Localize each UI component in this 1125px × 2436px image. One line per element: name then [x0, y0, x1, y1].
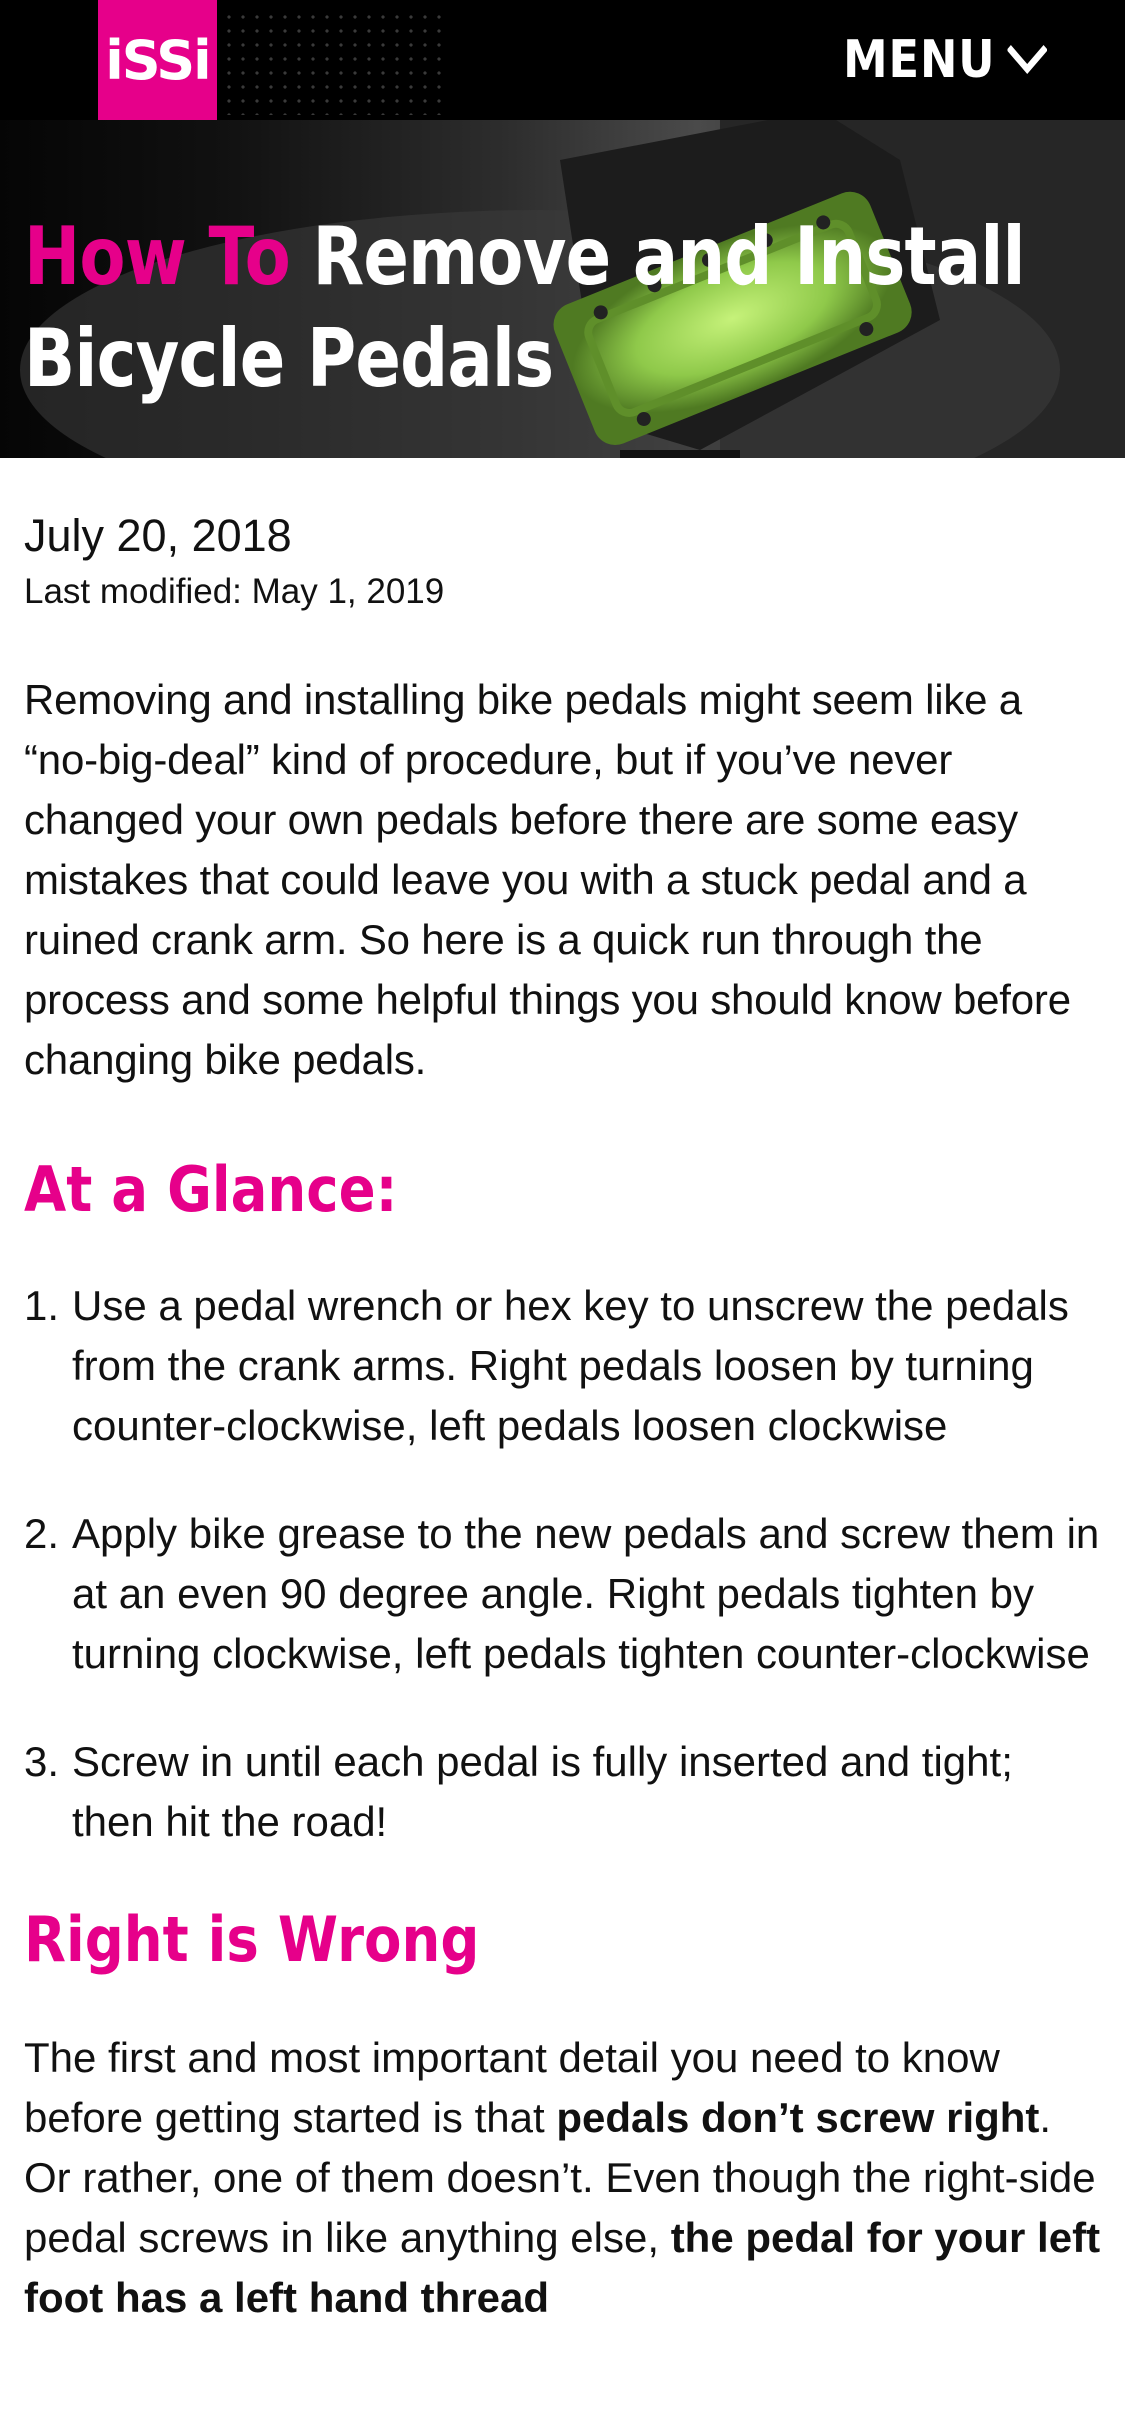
last-modified-date: Last modified: May 1, 2019: [24, 572, 445, 611]
list-item: 1. Use a pedal wrench or hex key to unsc…: [24, 1276, 1101, 1456]
publish-date: July 20, 2018: [24, 510, 292, 561]
logo-dot-pattern: [222, 10, 442, 115]
page-title: How To Remove and Install Bicycle Pedals: [24, 206, 1104, 410]
title-line2: Bicycle Pedals: [24, 312, 554, 405]
menu-button[interactable]: MENU: [843, 28, 1047, 92]
issi-logo[interactable]: iSSi: [98, 0, 217, 120]
list-item: 2. Apply bike grease to the new pedals a…: [24, 1504, 1101, 1684]
list-item: 3. Screw in until each pedal is fully in…: [24, 1732, 1101, 1852]
right-is-wrong-paragraph: The first and most important detail you …: [24, 2028, 1101, 2328]
step-text: Screw in until each pedal is fully inser…: [72, 1738, 1013, 1845]
at-a-glance-heading: At a Glance:: [24, 1153, 398, 1226]
step-text: Use a pedal wrench or hex key to unscrew…: [72, 1282, 1069, 1449]
p2-bold-part1: pedals don’t screw right: [556, 2094, 1040, 2141]
step-text: Apply bike grease to the new pedals and …: [72, 1510, 1100, 1677]
step-number: 3.: [24, 1738, 60, 1785]
intro-paragraph: Removing and installing bike pedals migh…: [24, 676, 1071, 1083]
menu-label: MENU: [843, 30, 996, 90]
step-number: 1.: [24, 1282, 60, 1329]
title-line1: Remove and Install: [289, 210, 1025, 303]
top-navigation-bar: iSSi MENU: [0, 0, 1125, 120]
right-is-wrong-heading: Right is Wrong: [24, 1903, 480, 1976]
step-number: 2.: [24, 1510, 60, 1557]
article-body: July 20, 2018 Last modified: May 1, 2019…: [0, 508, 1125, 2328]
hero-banner: How To Remove and Install Bicycle Pedals: [0, 120, 1125, 458]
steps-list: 1. Use a pedal wrench or hex key to unsc…: [24, 1276, 1101, 1852]
title-prefix: How To: [24, 210, 291, 303]
chevron-down-icon: [1007, 45, 1047, 74]
